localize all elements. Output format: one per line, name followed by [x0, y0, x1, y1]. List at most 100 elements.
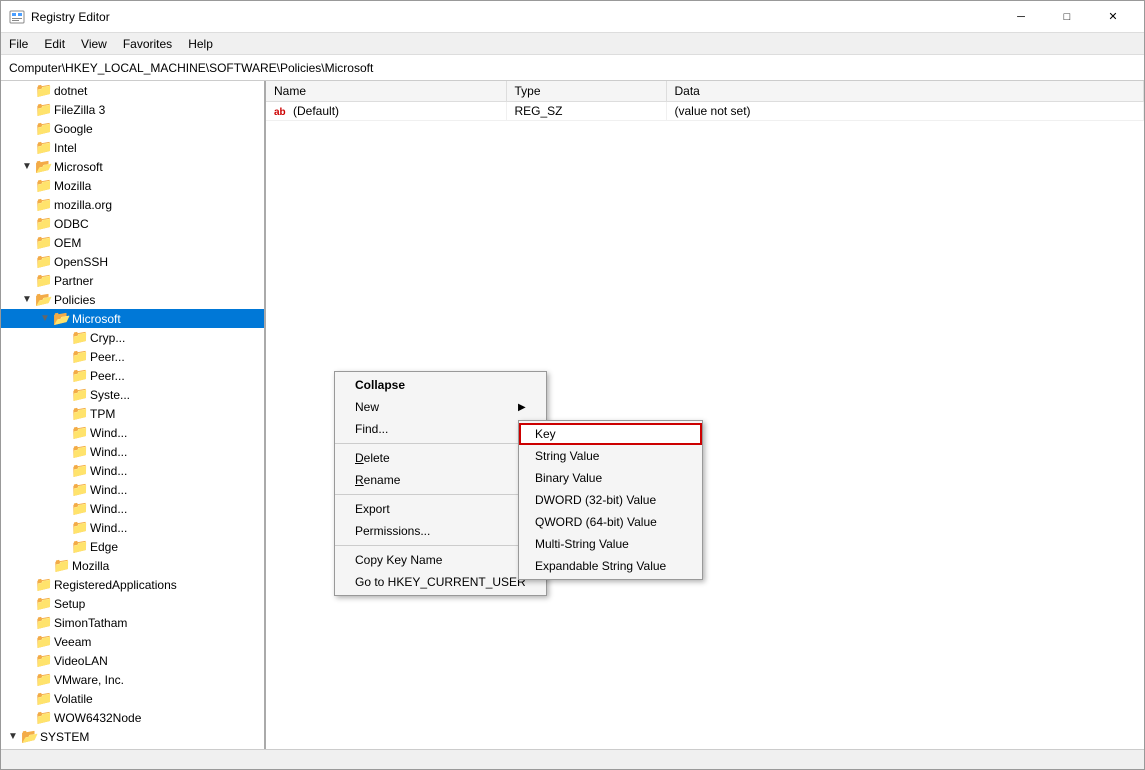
- menu-favorites[interactable]: Favorites: [115, 35, 180, 53]
- submenu-key[interactable]: Key: [519, 423, 702, 445]
- tree-item-veeam[interactable]: 📁 Veeam: [1, 632, 264, 651]
- tree-item-edge[interactable]: 📁 Edge: [1, 537, 264, 556]
- tree-label: Microsoft: [72, 312, 121, 326]
- col-data[interactable]: Data: [666, 81, 1144, 102]
- tree-item-wind3[interactable]: 📁 Wind...: [1, 461, 264, 480]
- tree-item-peer1[interactable]: 📁 Peer...: [1, 347, 264, 366]
- tree-item-microsoft-top[interactable]: ▼ 📂 Microsoft: [1, 157, 264, 176]
- tree-toggle: ▼: [19, 294, 35, 305]
- tree-item-peer2[interactable]: 📁 Peer...: [1, 366, 264, 385]
- tree-item-wind1[interactable]: 📁 Wind...: [1, 423, 264, 442]
- tree-label: Syste...: [90, 388, 130, 402]
- tree-item-wow6432[interactable]: 📁 WOW6432Node: [1, 708, 264, 727]
- folder-icon: 📁: [71, 424, 87, 441]
- submenu-string-value[interactable]: String Value: [519, 445, 702, 467]
- folder-open-icon: 📂: [35, 291, 51, 308]
- menu-help[interactable]: Help: [180, 35, 221, 53]
- tree-item-mozillaorg[interactable]: 📁 mozilla.org: [1, 195, 264, 214]
- ctx-export[interactable]: Export: [335, 498, 546, 520]
- ctx-separator-2: [335, 494, 546, 495]
- minimize-button[interactable]: ─: [998, 3, 1044, 31]
- ctx-permissions[interactable]: Permissions...: [335, 520, 546, 542]
- ctx-copy-key-name[interactable]: Copy Key Name: [335, 549, 546, 571]
- tree-item-syste[interactable]: 📁 Syste...: [1, 385, 264, 404]
- tree-item-wind6[interactable]: 📁 Wind...: [1, 518, 264, 537]
- submenu-expandable-label: Expandable String Value: [535, 559, 666, 573]
- detail-table: Name Type Data ab (Default) REG_SZ (valu…: [266, 81, 1144, 121]
- folder-open-icon: 📂: [21, 728, 37, 745]
- ctx-delete[interactable]: Delete: [335, 447, 546, 469]
- folder-open-icon: 📂: [53, 310, 69, 327]
- ctx-delete-label: Delete: [355, 451, 390, 465]
- tree-item-videolan[interactable]: 📁 VideoLAN: [1, 651, 264, 670]
- folder-icon: 📁: [35, 671, 51, 688]
- tree-item-mozilla-policies[interactable]: 📁 Mozilla: [1, 556, 264, 575]
- tree-item-microsoft-policies[interactable]: ▼ 📂 Microsoft: [1, 309, 264, 328]
- tree-item-wind2[interactable]: 📁 Wind...: [1, 442, 264, 461]
- tree-item-oem[interactable]: 📁 OEM: [1, 233, 264, 252]
- tree-item-openssh[interactable]: 📁 OpenSSH: [1, 252, 264, 271]
- ctx-copy-key-name-label: Copy Key Name: [355, 553, 442, 567]
- tree-label: ActivationBroker: [54, 749, 141, 750]
- submenu-dword-value[interactable]: DWORD (32-bit) Value: [519, 489, 702, 511]
- submenu-expandable-value[interactable]: Expandable String Value: [519, 555, 702, 577]
- folder-open-icon: 📂: [35, 158, 51, 175]
- tree-item-cryp[interactable]: 📁 Cryp...: [1, 328, 264, 347]
- tree-item-wind4[interactable]: 📁 Wind...: [1, 480, 264, 499]
- tree-item-tpm[interactable]: 📁 TPM: [1, 404, 264, 423]
- tree-item-odbc[interactable]: 📁 ODBC: [1, 214, 264, 233]
- menu-view[interactable]: View: [73, 35, 115, 53]
- tree-item-activationbroker[interactable]: 📁 ActivationBroker: [1, 746, 264, 749]
- submenu-multistring-label: Multi-String Value: [535, 537, 629, 551]
- ctx-rename[interactable]: Rename: [335, 469, 546, 491]
- tree-label: Volatile: [54, 692, 93, 706]
- tree-label: Wind...: [90, 464, 127, 478]
- folder-icon: 📁: [71, 500, 87, 517]
- tree-label: Mozilla: [72, 559, 109, 573]
- col-name[interactable]: Name: [266, 81, 506, 102]
- ctx-goto-hkcu[interactable]: Go to HKEY_CURRENT_USER: [335, 571, 546, 593]
- tree-label: SimonTatham: [54, 616, 127, 630]
- tree-item-wind5[interactable]: 📁 Wind...: [1, 499, 264, 518]
- ctx-new-label: New: [355, 400, 379, 414]
- ctx-find[interactable]: Find...: [335, 418, 546, 440]
- tree-label: Peer...: [90, 350, 125, 364]
- tree-item-simontatham[interactable]: 📁 SimonTatham: [1, 613, 264, 632]
- table-row[interactable]: ab (Default) REG_SZ (value not set): [266, 102, 1144, 121]
- tree-toggle: ▼: [19, 161, 35, 172]
- col-type[interactable]: Type: [506, 81, 666, 102]
- tree-item-google[interactable]: 📁 Google: [1, 119, 264, 138]
- submenu-multistring-value[interactable]: Multi-String Value: [519, 533, 702, 555]
- close-button[interactable]: ✕: [1090, 3, 1136, 31]
- tree-item-dotnet[interactable]: 📁 dotnet: [1, 81, 264, 100]
- tree-item-setup[interactable]: 📁 Setup: [1, 594, 264, 613]
- tree-label: Cryp...: [90, 331, 125, 345]
- tree-item-policies[interactable]: ▼ 📂 Policies: [1, 290, 264, 309]
- tree-item-vmware[interactable]: 📁 VMware, Inc.: [1, 670, 264, 689]
- tree-item-mozilla-top[interactable]: 📁 Mozilla: [1, 176, 264, 195]
- tree-item-intel[interactable]: 📁 Intel: [1, 138, 264, 157]
- tree-item-filezilla[interactable]: 📁 FileZilla 3: [1, 100, 264, 119]
- maximize-button[interactable]: □: [1044, 3, 1090, 31]
- ab-icon: ab: [274, 107, 286, 118]
- tree-item-partner[interactable]: 📁 Partner: [1, 271, 264, 290]
- tree-label: Microsoft: [54, 160, 103, 174]
- tree-label: Mozilla: [54, 179, 91, 193]
- status-bar: [1, 749, 1144, 769]
- tree-item-volatile[interactable]: 📁 Volatile: [1, 689, 264, 708]
- tree-pane[interactable]: 📁 dotnet 📁 FileZilla 3 📁 Google 📁 Intel: [1, 81, 266, 749]
- submenu-qword-value[interactable]: QWORD (64-bit) Value: [519, 511, 702, 533]
- menu-file[interactable]: File: [1, 35, 36, 53]
- tree-item-registeredapps[interactable]: 📁 RegisteredApplications: [1, 575, 264, 594]
- title-bar-buttons: ─ □ ✕: [998, 3, 1136, 31]
- tree-item-system[interactable]: ▼ 📂 SYSTEM: [1, 727, 264, 746]
- folder-icon: 📁: [35, 120, 51, 137]
- submenu-binary-value[interactable]: Binary Value: [519, 467, 702, 489]
- ctx-collapse[interactable]: Collapse: [335, 374, 546, 396]
- tree-label: dotnet: [54, 84, 87, 98]
- title-bar: Registry Editor ─ □ ✕: [1, 1, 1144, 33]
- submenu[interactable]: Key String Value Binary Value DWORD (32-…: [518, 420, 703, 580]
- menu-edit[interactable]: Edit: [36, 35, 73, 53]
- context-menu[interactable]: Collapse New ▶ Key String Value B: [334, 371, 547, 596]
- ctx-new[interactable]: New ▶ Key String Value Binary Value: [335, 396, 546, 418]
